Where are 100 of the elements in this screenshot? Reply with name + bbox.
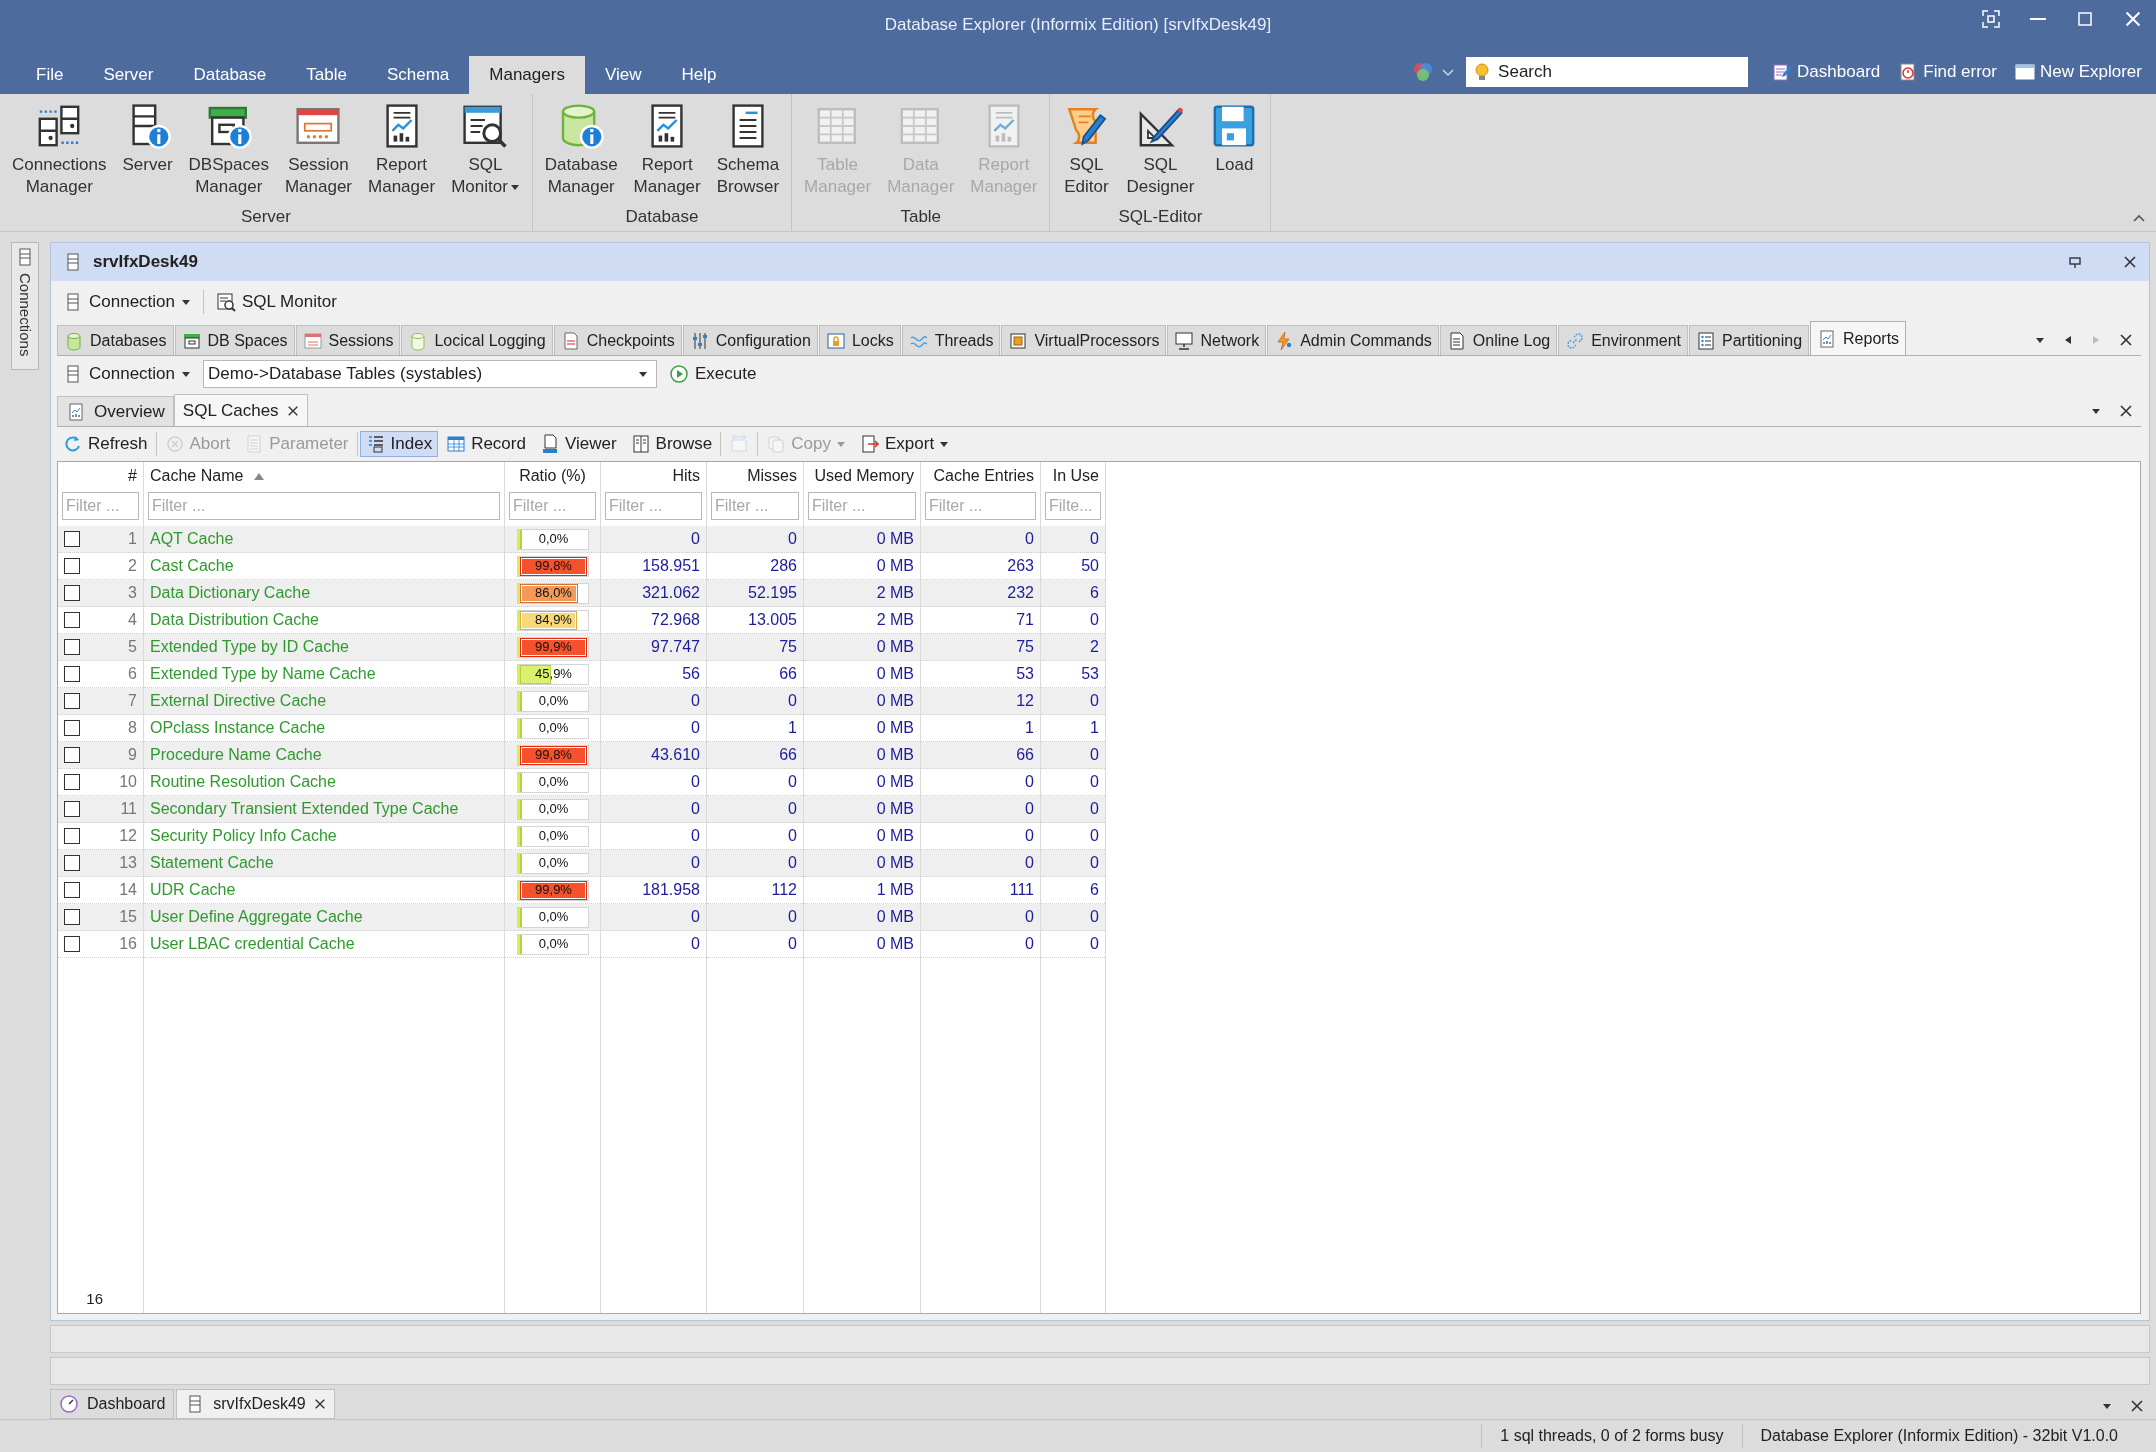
search-field[interactable]: Search	[1466, 57, 1749, 87]
ribbon-button[interactable]: Schema Browser	[708, 98, 788, 207]
tab[interactable]: Sessions	[295, 325, 401, 355]
checkbox[interactable]	[64, 909, 80, 925]
tab[interactable]: Overview	[57, 396, 174, 426]
column-header[interactable]: In Use	[1052, 467, 1099, 485]
ribbon-button[interactable]: Server	[114, 98, 181, 207]
menu-tab[interactable]: Table	[286, 56, 367, 94]
tab[interactable]: Reports	[1810, 321, 1907, 355]
menu-tab[interactable]: Database	[173, 56, 287, 94]
checkbox[interactable]	[64, 693, 80, 709]
tab[interactable]: Configuration	[682, 325, 818, 355]
ribbon-button[interactable]: Session Manager	[276, 98, 361, 207]
ribbon-button[interactable]: Database Manager	[536, 98, 626, 207]
checkbox[interactable]	[64, 612, 80, 628]
checkbox[interactable]	[64, 828, 80, 844]
tab[interactable]: Threads	[901, 325, 1001, 355]
filter-field[interactable]: Filter ...	[509, 492, 596, 520]
filter-field[interactable]: Filter ...	[925, 492, 1036, 520]
checkbox[interactable]	[64, 558, 80, 574]
grid-icon	[446, 434, 467, 454]
filter-field[interactable]: Filter ...	[605, 492, 702, 520]
checkbox[interactable]	[64, 666, 80, 682]
ribbon-button[interactable]: Connections Manager	[4, 98, 115, 207]
menu-tab[interactable]: Help	[661, 56, 737, 94]
tab[interactable]: VirtualProcessors	[1001, 325, 1167, 355]
tab[interactable]: Online Log	[1439, 325, 1558, 355]
toolbar-button[interactable]: Refresh	[57, 431, 154, 457]
toolbar-link[interactable]: Find error	[1898, 62, 1997, 82]
caret-icon	[939, 439, 950, 449]
toolbar-button[interactable]: Browse	[624, 431, 719, 457]
row-number: 7	[128, 692, 137, 710]
column-header[interactable]: #	[128, 467, 137, 485]
search-input[interactable]: Search	[1496, 61, 1731, 83]
tab[interactable]: SQL Caches	[173, 394, 308, 426]
side-panel-tab[interactable]: Connections	[11, 242, 39, 370]
filter-field[interactable]: Filte...	[1045, 492, 1101, 520]
ribbon-button[interactable]: Report Manager	[360, 98, 444, 207]
checkbox[interactable]	[64, 747, 80, 763]
toolbar-link[interactable]: Dashboard	[1772, 62, 1881, 82]
tab[interactable]: Locks	[818, 325, 901, 355]
menu-tab[interactable]: Managers	[469, 56, 585, 94]
checkbox[interactable]	[64, 855, 80, 871]
filter-field[interactable]: Filter ...	[711, 492, 799, 520]
tab[interactable]: Databases	[57, 325, 174, 355]
menu-tab[interactable]: View	[584, 56, 662, 94]
ribbon-button[interactable]: SQL Editor	[1054, 98, 1119, 207]
column-header[interactable]: Used Memory	[814, 467, 914, 485]
menu-tab[interactable]: File	[16, 56, 84, 94]
tab[interactable]: Checkpoints	[553, 325, 682, 355]
row-number: 10	[119, 773, 137, 791]
checkbox[interactable]	[64, 774, 80, 790]
table-cell: Statement Cache	[144, 850, 504, 877]
column-header[interactable]: Hits	[672, 467, 700, 485]
menu-tab[interactable]: Schema	[366, 56, 470, 94]
query-dropdown[interactable]: Demo->Database Tables (systables)	[203, 360, 657, 388]
column-header[interactable]: Misses	[747, 467, 797, 485]
checkbox[interactable]	[64, 882, 80, 898]
toolbar-button[interactable]: Index	[359, 431, 439, 457]
ratio-value: 0,0%	[537, 935, 570, 951]
execute-button[interactable]: Execute	[663, 362, 763, 386]
tab[interactable]: Locical Logging	[401, 325, 553, 355]
table-cell: 0 MB	[804, 931, 920, 958]
tab[interactable]: Partitioning	[1689, 325, 1810, 355]
document-tab[interactable]: srvIfxDesk49	[176, 1389, 335, 1419]
checkbox[interactable]	[64, 936, 80, 952]
filter-field[interactable]: Filter ...	[148, 492, 500, 520]
menu-tab[interactable]: Server	[83, 56, 174, 94]
checkbox[interactable]	[64, 639, 80, 655]
ribbon-button[interactable]: Load	[1202, 98, 1267, 207]
column-header[interactable]: Cache Entries	[933, 467, 1034, 485]
ratio-value: 84,9%	[534, 611, 573, 627]
toolbar-button[interactable]: SQL Monitor	[210, 290, 343, 314]
checkbox[interactable]	[64, 720, 80, 736]
column-header[interactable]: Cache Name	[150, 467, 244, 485]
connection-button[interactable]: Connection	[57, 362, 197, 386]
filter-field[interactable]: Filter ...	[808, 492, 916, 520]
table-cell: External Directive Cache	[144, 688, 504, 715]
column-header[interactable]: Ratio (%)	[519, 467, 586, 485]
tab[interactable]: Network	[1167, 325, 1267, 355]
tab[interactable]: DB Spaces	[174, 325, 295, 355]
checkbox[interactable]	[64, 531, 80, 547]
filter-field[interactable]: Filter ...	[62, 492, 139, 520]
ribbon-button[interactable]: SQL Monitor	[443, 98, 528, 207]
document-tab[interactable]: Dashboard	[50, 1389, 175, 1419]
tab[interactable]: Admin Commands	[1267, 325, 1439, 355]
toolbar-button[interactable]: Export	[854, 431, 956, 457]
checkbox[interactable]	[64, 801, 80, 817]
ribbon-button[interactable]: Report Manager	[625, 98, 709, 207]
close-icon	[2124, 10, 2142, 28]
table-cell: 0 MB	[804, 526, 920, 553]
ribbon-button[interactable]: DBSpaces Manager	[180, 98, 277, 207]
checkbox[interactable]	[64, 585, 80, 601]
ribbon-button[interactable]: SQL Designer	[1118, 98, 1203, 207]
toolbar-link[interactable]: New Explorer	[2014, 62, 2142, 82]
toolbar-button[interactable]: Record	[440, 431, 532, 457]
window-title: Database Explorer (Informix Edition) [srvIfxDesk49]	[884, 15, 1272, 35]
toolbar-button[interactable]: Connection	[57, 290, 197, 314]
tab[interactable]: Environment	[1558, 325, 1688, 355]
toolbar-button[interactable]: Viewer	[533, 431, 623, 457]
